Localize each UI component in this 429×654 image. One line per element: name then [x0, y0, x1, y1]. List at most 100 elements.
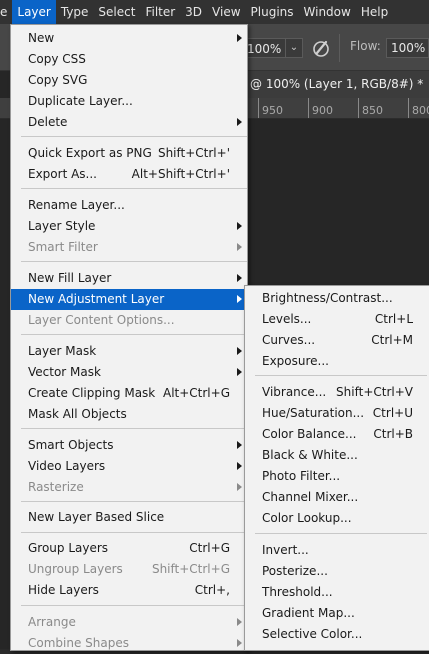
submenu-arrow-icon [237, 441, 242, 449]
menu-item-label: Invert... [262, 543, 309, 557]
menu-item-smart-filter[interactable]: Smart Filter [11, 237, 247, 258]
menu-item-exposure[interactable]: Exposure... [245, 351, 429, 372]
menu-item-shortcut: Shift+Ctrl+' [157, 146, 230, 160]
menu-item-label: Smart Filter [28, 240, 98, 254]
menu-item-video-layers[interactable]: Video Layers [11, 456, 247, 477]
menu-item-export-as[interactable]: Export As... Alt+Shift+Ctrl+' [11, 164, 247, 185]
menu-item-label: Export As... [28, 167, 97, 181]
menu-item-ungroup-layers[interactable]: Ungroup Layers Shift+Ctrl+G [11, 559, 247, 580]
menu-item-copy-svg[interactable]: Copy SVG [11, 70, 247, 91]
menu-item-new-fill-layer[interactable]: New Fill Layer [11, 268, 247, 289]
menu-separator [21, 428, 247, 429]
menu-item-arrange[interactable]: Arrange [11, 612, 247, 633]
menu-item-photo-filter[interactable]: Photo Filter... [245, 466, 429, 487]
menu-item-vibrance[interactable]: Vibrance... Shift+Ctrl+V [245, 382, 429, 403]
airbrush-icon[interactable] [311, 38, 331, 58]
menu-item-label: Copy SVG [28, 73, 88, 87]
menu-view[interactable]: View [207, 0, 245, 24]
menu-item-posterize[interactable]: Posterize... [245, 561, 429, 582]
submenu-arrow-icon [237, 274, 242, 282]
menu-item-color-balance[interactable]: Color Balance... Ctrl+B [245, 424, 429, 445]
menu-item-rename-layer[interactable]: Rename Layer... [11, 195, 247, 216]
menu-item-label: Vibrance... [262, 385, 327, 399]
menu-item-label: Arrange [28, 615, 76, 629]
menu-item-layer-content-options[interactable]: Layer Content Options... [11, 310, 247, 331]
menu-filter[interactable]: Filter [140, 0, 180, 24]
menu-item-new-layer-based-slice[interactable]: New Layer Based Slice [11, 507, 247, 528]
menu-select[interactable]: Select [93, 0, 140, 24]
menu-item-curves[interactable]: Curves... Ctrl+M [245, 330, 429, 351]
menu-separator [21, 532, 247, 533]
menu-item-vector-mask[interactable]: Vector Mask [11, 362, 247, 383]
menu-item-label: Gradient Map... [262, 606, 355, 620]
menu-item-threshold[interactable]: Threshold... [245, 582, 429, 603]
menu-help[interactable]: Help [356, 0, 393, 24]
chevron-down-icon[interactable]: ⌄ [285, 38, 303, 58]
menu-item-smart-objects[interactable]: Smart Objects [11, 435, 247, 456]
ruler-tick: 950 [258, 98, 283, 118]
menu-item-label: New Adjustment Layer [28, 292, 165, 306]
menu-item-levels[interactable]: Levels... Ctrl+L [245, 309, 429, 330]
menu-3d[interactable]: 3D [180, 0, 207, 24]
menu-item-invert[interactable]: Invert... [245, 540, 429, 561]
menu-item-rasterize[interactable]: Rasterize [11, 477, 247, 498]
menu-item-color-lookup[interactable]: Color Lookup... [245, 508, 429, 529]
menu-item-new-adjustment-layer[interactable]: New Adjustment Layer [11, 289, 247, 310]
menu-item-group-layers[interactable]: Group Layers Ctrl+G [11, 538, 247, 559]
submenu-arrow-icon [237, 347, 242, 355]
submenu-arrow-icon [237, 462, 242, 470]
menu-item-label: Exposure... [262, 354, 329, 368]
menu-item-combine-shapes[interactable]: Combine Shapes [11, 633, 247, 654]
menu-window[interactable]: Window [299, 0, 356, 24]
menu-item-label: Hide Layers [28, 583, 99, 597]
menu-item-hue-saturation[interactable]: Hue/Saturation... Ctrl+U [245, 403, 429, 424]
menu-item-label: New [28, 31, 55, 45]
menu-separator [255, 375, 427, 376]
menu-item-new[interactable]: New [11, 28, 247, 49]
menu-item-black-white[interactable]: Black & White... [245, 445, 429, 466]
menu-item-delete[interactable]: Delete [11, 112, 247, 133]
menu-separator [21, 501, 247, 502]
document-tab[interactable]: @ 100% (Layer 1, RGB/8#) * [244, 71, 429, 98]
submenu-arrow-icon [237, 483, 242, 491]
menu-item-label: New Layer Based Slice [28, 510, 165, 524]
menu-separator [21, 334, 247, 335]
menu-item-label: Layer Style [28, 219, 96, 233]
menu-type[interactable]: Type [56, 0, 94, 24]
menu-item-gradient-map[interactable]: Gradient Map... [245, 603, 429, 624]
menu-item-label: Curves... [262, 333, 316, 347]
menu-item-label: Selective Color... [262, 627, 363, 641]
flow-label: Flow: [350, 39, 381, 53]
flow-input[interactable]: 100% [386, 38, 429, 58]
options-separator [339, 34, 340, 62]
menu-item-shortcut: Ctrl+U [372, 406, 413, 420]
menu-separator [255, 533, 427, 534]
menu-item-duplicate-layer[interactable]: Duplicate Layer... [11, 91, 247, 112]
adjustment-layer-submenu: Brightness/Contrast... Levels... Ctrl+L … [244, 285, 429, 651]
menu-item-label: Color Balance... [262, 427, 357, 441]
menu-item-label: Duplicate Layer... [28, 94, 133, 108]
menu-item-hide-layers[interactable]: Hide Layers Ctrl+, [11, 580, 247, 601]
menu-item-selective-color[interactable]: Selective Color... [245, 624, 429, 645]
menu-item-mask-all-objects[interactable]: Mask All Objects [11, 404, 247, 425]
menu-item-layer-style[interactable]: Layer Style [11, 216, 247, 237]
menu-item-copy-css[interactable]: Copy CSS [11, 49, 247, 70]
menu-plugins[interactable]: Plugins [246, 0, 299, 24]
menu-item-channel-mixer[interactable]: Channel Mixer... [245, 487, 429, 508]
menu-item-label: Group Layers [28, 541, 109, 555]
submenu-arrow-icon [237, 222, 242, 230]
ruler-tick: 900 [308, 98, 333, 118]
menu-item-create-clipping-mask[interactable]: Create Clipping Mask Alt+Ctrl+G [11, 383, 247, 404]
menu-edit[interactable]: e [0, 0, 12, 24]
menu-item-label: Rename Layer... [28, 198, 125, 212]
menu-item-label: Rasterize [28, 480, 84, 494]
menu-item-brightness-contrast[interactable]: Brightness/Contrast... [245, 288, 429, 309]
menu-item-layer-mask[interactable]: Layer Mask [11, 341, 247, 362]
menu-item-quick-export[interactable]: Quick Export as PNG Shift+Ctrl+' [11, 143, 247, 164]
menu-item-label: Mask All Objects [28, 407, 127, 421]
menu-item-shortcut: Shift+Ctrl+G [151, 562, 230, 576]
menu-item-label: Smart Objects [28, 438, 114, 452]
menu-layer[interactable]: Layer [12, 0, 56, 24]
menu-item-shortcut: Ctrl+, [194, 583, 230, 597]
menu-separator [21, 261, 247, 262]
